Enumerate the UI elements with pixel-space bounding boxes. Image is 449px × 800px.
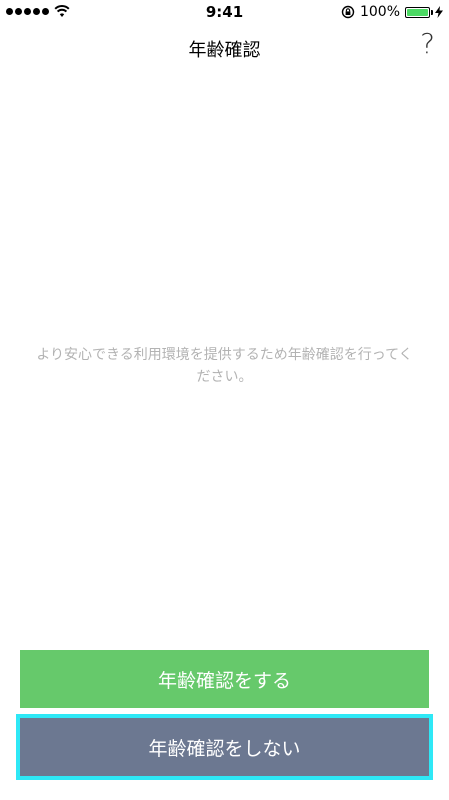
charging-bolt-icon (435, 6, 443, 18)
confirm-age-button[interactable]: 年齢確認をする (20, 650, 429, 708)
help-button[interactable]: ? (420, 30, 435, 58)
status-bar: 9:41 100% (0, 0, 449, 24)
status-right-group: 100% (341, 3, 443, 21)
age-verification-message: より安心できる利用環境を提供するため年齢確認を行ってください。 (36, 347, 413, 385)
page-title: 年齢確認 (188, 40, 261, 61)
skip-age-verification-button[interactable]: 年齢確認をしない (16, 714, 433, 780)
battery-percent: 100% (359, 4, 400, 20)
orientation-lock-icon (341, 5, 355, 19)
battery-icon (405, 6, 433, 18)
